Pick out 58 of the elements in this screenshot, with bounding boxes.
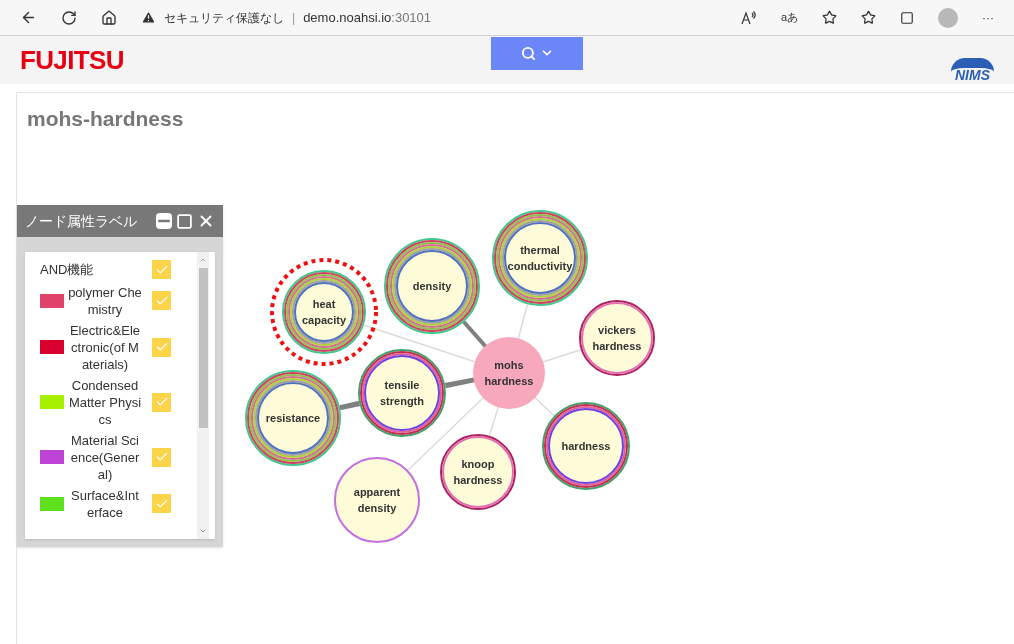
node-circle[interactable] (245, 370, 341, 466)
maximize-icon[interactable] (176, 212, 193, 230)
read-aloud-icon[interactable] (740, 10, 757, 25)
home-icon[interactable] (101, 9, 117, 26)
node-circle[interactable] (384, 238, 480, 334)
label-checkbox[interactable] (152, 392, 171, 412)
security-label[interactable]: セキュリティ保護なし (164, 8, 284, 27)
panel-title: ノード属性ラベル (25, 211, 138, 231)
node-label: resistance (265, 412, 321, 424)
label-checkbox[interactable] (152, 494, 171, 513)
label-checkbox[interactable] (152, 337, 171, 357)
favorites-icon[interactable] (861, 10, 876, 25)
label-checkbox[interactable] (152, 260, 171, 280)
search-menu-button[interactable] (491, 36, 584, 70)
node-label: hardness (561, 440, 611, 452)
back-icon[interactable] (20, 9, 37, 26)
node-circle[interactable] (334, 457, 420, 543)
label-checkbox[interactable] (152, 291, 171, 310)
node-circle[interactable] (492, 210, 588, 306)
scrollbar[interactable] (197, 252, 209, 539)
label-text: polymer Chemistry (67, 283, 143, 318)
node-label: tensile strength (380, 379, 424, 407)
label-text: AND機能 (40, 261, 95, 279)
node-label: apparent density (353, 486, 401, 514)
node-label: thermal conductivity (507, 244, 573, 272)
warning-icon (141, 10, 156, 25)
check-icon (154, 340, 169, 354)
check-icon (154, 395, 169, 409)
check-icon (154, 450, 169, 464)
more-menu[interactable]: ··· (982, 8, 994, 27)
collections-icon[interactable] (900, 10, 914, 25)
node-circle[interactable] (440, 434, 516, 510)
node-label: heat capacity (302, 298, 346, 326)
node-label: mohs hardness (484, 359, 534, 387)
label-text: Condensed Matter Physics (67, 376, 143, 428)
translate-label[interactable]: aあ (780, 9, 798, 26)
minimize-icon[interactable] (156, 213, 172, 229)
url-separator: | (292, 9, 296, 27)
node-label: density (412, 280, 452, 292)
reload-icon[interactable] (61, 9, 77, 26)
logo-text: FUJITSU (20, 43, 124, 77)
address-text[interactable]: demo.noahsi.io:30101 (303, 7, 432, 28)
node-circle[interactable] (579, 300, 655, 376)
page-title: mohs-hardness (27, 106, 185, 132)
logo-text: NIMS (951, 58, 994, 82)
scroll-down-icon[interactable] (199, 527, 207, 535)
favorite-icon[interactable] (822, 10, 837, 25)
node-circle[interactable] (282, 270, 366, 354)
search-icon (520, 45, 536, 61)
node-label: knoop hardness (453, 458, 503, 486)
label-checkbox[interactable] (152, 447, 171, 467)
label-text: Surface&Interface (70, 486, 140, 521)
node-label: vickers hardness (592, 324, 642, 352)
label-text: Material Science(General) (69, 431, 141, 483)
label-text: Electric&Electronic(of Materials) (68, 321, 142, 373)
node-circle[interactable] (473, 337, 545, 409)
node-circle[interactable] (542, 402, 630, 490)
node-circle[interactable] (358, 349, 446, 437)
